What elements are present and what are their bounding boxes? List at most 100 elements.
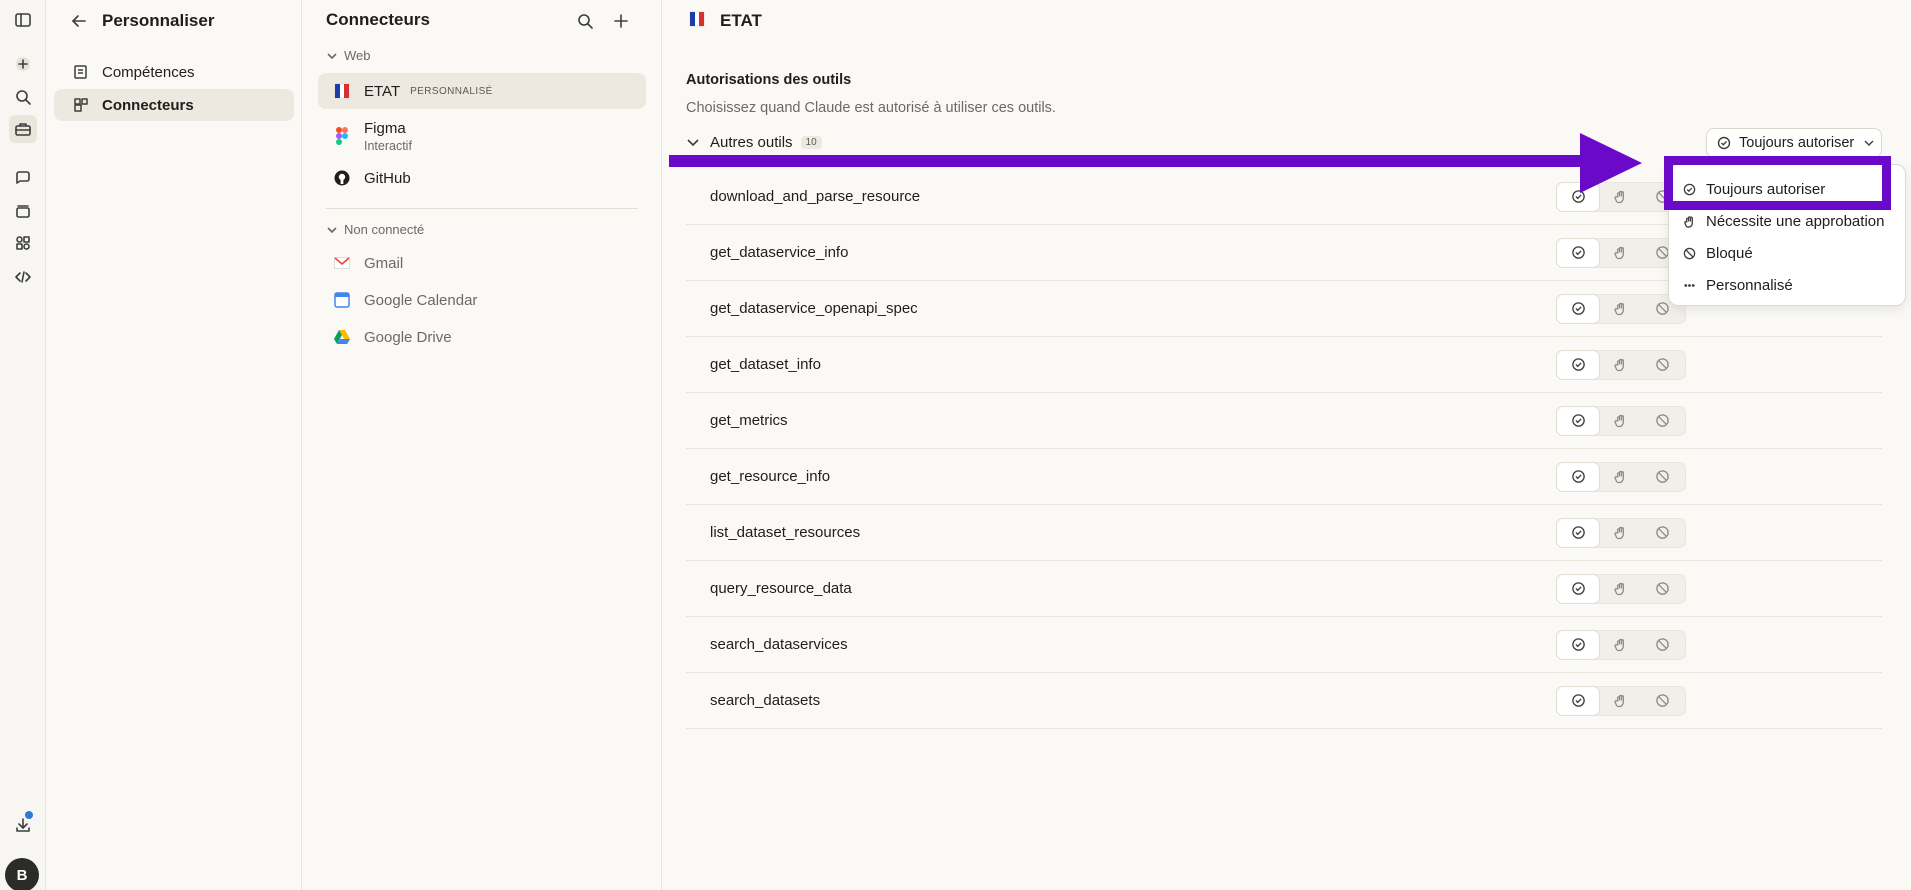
tool-name: query_resource_data bbox=[710, 580, 852, 597]
section-subtitle: Choisissez quand Claude est autorisé à u… bbox=[686, 100, 1056, 116]
allow-icon[interactable] bbox=[1557, 350, 1599, 379]
connector-name: GitHub bbox=[364, 169, 411, 187]
tool-name: get_dataservice_info bbox=[710, 244, 849, 261]
tool-row: get_dataset_info bbox=[686, 337, 1882, 393]
connector-etat[interactable]: ETAT PERSONNALISÉ bbox=[318, 73, 646, 109]
tools-group-label: Autres outils bbox=[710, 134, 793, 151]
chevron-down-icon bbox=[327, 52, 337, 59]
tools-group-header[interactable]: Autres outils 10 bbox=[686, 134, 822, 151]
allow-icon[interactable] bbox=[1557, 294, 1599, 323]
connector-subtitle: Interactif bbox=[364, 138, 412, 153]
allow-icon[interactable] bbox=[1557, 686, 1599, 715]
chevron-down-icon bbox=[687, 138, 699, 146]
connector-name: Google Calendar bbox=[364, 291, 478, 309]
permission-toggle bbox=[1556, 237, 1686, 268]
approval-hand-icon[interactable] bbox=[1599, 407, 1641, 435]
approval-hand-icon[interactable] bbox=[1599, 351, 1641, 379]
allow-icon[interactable] bbox=[1557, 574, 1599, 603]
code-icon[interactable] bbox=[9, 263, 37, 291]
allow-icon[interactable] bbox=[1557, 462, 1599, 491]
permission-toggle bbox=[1556, 517, 1686, 548]
chats-icon[interactable] bbox=[9, 164, 37, 192]
group-web-header[interactable]: Web bbox=[326, 48, 371, 63]
option-requires-approval[interactable]: Nécessite une approbation bbox=[1683, 213, 1884, 230]
avatar[interactable]: B bbox=[5, 858, 39, 890]
approval-hand-icon[interactable] bbox=[1599, 463, 1641, 491]
nav-item-skills[interactable]: Compétences bbox=[54, 56, 294, 88]
allow-icon[interactable] bbox=[1557, 518, 1599, 547]
approval-hand-icon[interactable] bbox=[1599, 631, 1641, 659]
group-disconnected-header[interactable]: Non connecté bbox=[326, 222, 424, 237]
block-icon[interactable] bbox=[1641, 687, 1683, 715]
etat-logo-icon bbox=[332, 81, 352, 101]
connector-name: Gmail bbox=[364, 254, 404, 272]
connector-github[interactable]: GitHub bbox=[318, 163, 646, 193]
block-icon[interactable] bbox=[1641, 519, 1683, 547]
annotation-arrow-head bbox=[1580, 133, 1642, 193]
permission-toggle bbox=[1556, 461, 1686, 492]
connectors-panel: Connecteurs Web ETAT PERSONNALISÉ Figma … bbox=[302, 0, 662, 890]
artifacts-icon[interactable] bbox=[9, 229, 37, 257]
allow-icon[interactable] bbox=[1557, 238, 1599, 267]
figma-logo-icon bbox=[332, 126, 352, 146]
approval-hand-icon[interactable] bbox=[1599, 295, 1641, 323]
permission-toggle bbox=[1556, 293, 1686, 324]
connectors-icon bbox=[74, 98, 88, 112]
annotation-highlight-box bbox=[1664, 156, 1891, 210]
permission-toggle bbox=[1556, 573, 1686, 604]
option-custom[interactable]: Personnalisé bbox=[1683, 277, 1793, 294]
connector-google-calendar[interactable]: Google Calendar bbox=[318, 285, 646, 315]
nav-item-connectors[interactable]: Connecteurs bbox=[54, 89, 294, 121]
gmail-logo-icon bbox=[332, 253, 352, 273]
more-icon bbox=[1684, 284, 1695, 287]
block-icon[interactable] bbox=[1641, 351, 1683, 379]
approval-hand-icon[interactable] bbox=[1599, 687, 1641, 715]
connector-gmail[interactable]: Gmail bbox=[318, 248, 646, 278]
search-connectors-icon[interactable] bbox=[574, 10, 596, 32]
approval-hand-icon[interactable] bbox=[1599, 575, 1641, 603]
customize-panel: Personnaliser Compétences Connecteurs bbox=[46, 0, 302, 890]
chevron-down-icon bbox=[1864, 140, 1874, 146]
nav-item-label: Compétences bbox=[102, 63, 195, 81]
permission-toggle bbox=[1556, 349, 1686, 380]
block-icon[interactable] bbox=[1641, 407, 1683, 435]
connector-header: ETAT bbox=[688, 10, 762, 32]
nav-item-label: Connecteurs bbox=[102, 96, 194, 114]
tool-name: get_dataservice_openapi_spec bbox=[710, 300, 918, 317]
search-icon[interactable] bbox=[9, 83, 37, 111]
github-logo-icon bbox=[332, 168, 352, 188]
back-arrow-icon[interactable] bbox=[68, 10, 90, 32]
toolbox-icon[interactable] bbox=[9, 115, 37, 143]
block-icon[interactable] bbox=[1641, 631, 1683, 659]
sidebar-toggle-icon[interactable] bbox=[9, 6, 37, 34]
notification-dot bbox=[25, 811, 33, 819]
add-connector-icon[interactable] bbox=[610, 10, 632, 32]
block-icon[interactable] bbox=[1641, 463, 1683, 491]
allow-icon[interactable] bbox=[1557, 630, 1599, 659]
tool-row: query_resource_data bbox=[686, 561, 1882, 617]
allow-icon[interactable] bbox=[1557, 406, 1599, 435]
tool-row: search_datasets bbox=[686, 673, 1882, 729]
custom-tag: PERSONNALISÉ bbox=[410, 85, 493, 97]
etat-logo-icon bbox=[688, 10, 706, 32]
block-icon[interactable] bbox=[1641, 575, 1683, 603]
blocked-icon bbox=[1683, 247, 1696, 260]
connector-figma[interactable]: Figma Interactif bbox=[318, 116, 646, 156]
new-chat-icon[interactable] bbox=[9, 50, 37, 78]
option-blocked[interactable]: Bloqué bbox=[1683, 245, 1753, 262]
permission-select-button[interactable]: Toujours autoriser bbox=[1706, 128, 1882, 158]
tool-row: search_dataservices bbox=[686, 617, 1882, 673]
approval-hand-icon[interactable] bbox=[1599, 239, 1641, 267]
tool-row: get_metrics bbox=[686, 393, 1882, 449]
tool-name: get_resource_info bbox=[710, 468, 831, 485]
permission-select-label: Toujours autoriser bbox=[1739, 135, 1855, 151]
tool-name: search_datasets bbox=[710, 692, 821, 709]
projects-icon[interactable] bbox=[9, 197, 37, 225]
hand-icon bbox=[1684, 216, 1693, 228]
connector-google-drive[interactable]: Google Drive bbox=[318, 322, 646, 352]
left-rail: B bbox=[0, 0, 46, 890]
approval-hand-icon[interactable] bbox=[1599, 519, 1641, 547]
section-title: Autorisations des outils bbox=[686, 72, 852, 88]
tool-name: get_metrics bbox=[710, 412, 788, 429]
connectors-title: Connecteurs bbox=[326, 10, 430, 29]
